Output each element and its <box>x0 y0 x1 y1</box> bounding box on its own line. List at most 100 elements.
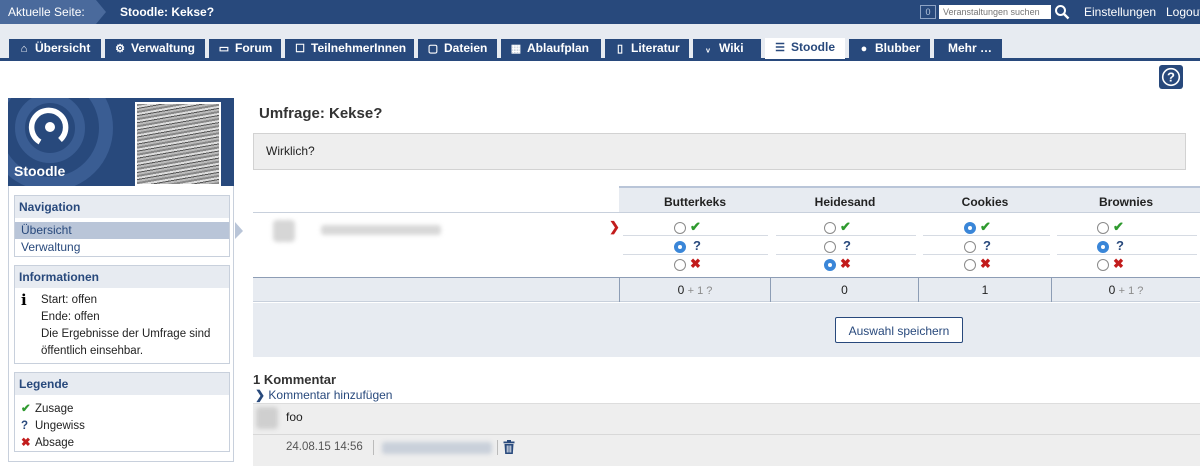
totals-row: 0 + 1 ? 0 1 0 + 1 ? <box>253 277 1200 302</box>
results-visibility-text: Die Ergebnisse der Umfrage sind öffentli… <box>41 328 211 357</box>
divider <box>373 440 374 455</box>
brownies-yes-radio[interactable] <box>1097 222 1109 234</box>
settings-link[interactable]: Einstellungen <box>1084 0 1156 24</box>
participant-name <box>321 225 441 235</box>
tab-ablaufplan[interactable]: ▦ Ablaufplan <box>501 39 601 58</box>
butterkeks-no-radio[interactable] <box>674 259 686 271</box>
checkmark-icon: ✔ <box>840 219 851 234</box>
heidesand-yes-radio[interactable] <box>824 222 836 234</box>
cross-icon: ✖ <box>690 256 701 271</box>
choice-divider <box>776 254 916 255</box>
information-box: Informationen i Start: offen Ende: offen… <box>14 265 230 364</box>
information-heading: Informationen <box>15 266 229 288</box>
legend-maybe: ? Ungewiss <box>15 418 229 435</box>
blubber-icon: ● <box>860 43 868 55</box>
home-icon: ⌂ <box>20 43 28 55</box>
brownies-maybe-radio[interactable] <box>1097 241 1109 253</box>
persons-icon: ☐ <box>295 43 305 55</box>
comment-avatar <box>256 407 278 429</box>
start-text: Start: offen <box>41 294 98 306</box>
help-button[interactable]: ? <box>1159 65 1183 89</box>
comment-item: foo 24.08.15 14:56 <box>253 403 1200 466</box>
calendar-icon: ▦ <box>510 43 522 55</box>
svg-text:?: ? <box>1167 70 1175 85</box>
sidebar-item-uebersicht[interactable]: Übersicht <box>15 222 243 239</box>
legend-heading: Legende <box>15 373 229 395</box>
tab-uebersicht[interactable]: ⌂ Übersicht <box>9 39 101 58</box>
butterkeks-yes-radio[interactable] <box>674 222 686 234</box>
tab-literatur[interactable]: ▯ Literatur <box>605 39 689 58</box>
breadcrumb-label: Aktuelle Seite: <box>0 0 96 24</box>
choice-divider <box>923 254 1050 255</box>
forum-icon: ▭ <box>218 43 230 55</box>
question-icon: ? <box>843 238 851 253</box>
comment-date: 24.08.15 14:56 <box>286 441 363 453</box>
notification-counter[interactable]: 0 <box>920 5 936 19</box>
comment-author <box>382 442 492 454</box>
tab-wiki[interactable]: ᵥ Wiki <box>693 39 761 58</box>
checkmark-icon: ✔ <box>690 219 701 234</box>
logout-link[interactable]: Logout <box>1166 0 1200 24</box>
tab-teilnehmer[interactable]: ☐ TeilnehmerInnen <box>285 39 414 58</box>
question-icon: ? <box>693 238 701 253</box>
course-search-input[interactable] <box>939 5 1051 19</box>
choice-divider <box>1057 254 1197 255</box>
comment-divider <box>253 434 1200 435</box>
poll-description: Wirklich? <box>253 133 1186 170</box>
wiki-icon: ᵥ <box>705 43 710 55</box>
end-text: Ende: offen <box>41 311 100 323</box>
row-divider <box>253 212 1200 213</box>
cross-icon: ✖ <box>980 256 991 271</box>
heidesand-no-radio[interactable] <box>824 259 836 271</box>
breadcrumb-current-page: Stoodle: Kekse? <box>120 5 215 19</box>
save-selection-button[interactable]: Auswahl speichern <box>835 317 963 343</box>
participant-avatar <box>273 220 295 242</box>
heidesand-maybe-radio[interactable] <box>824 241 836 253</box>
cookies-maybe-radio[interactable] <box>964 241 976 253</box>
tab-verwaltung[interactable]: ⚙ Verwaltung <box>105 39 205 58</box>
tab-forum[interactable]: ▭ Forum <box>209 39 281 58</box>
option-name: Butterkeks <box>663 195 727 209</box>
comment-text: foo <box>286 410 303 424</box>
choice-divider <box>623 254 768 255</box>
course-tabs: ⌂ Übersicht ⚙ Verwaltung ▭ Forum ☐ Teilnehme… <box>0 24 1200 61</box>
navigation-box: Navigation Übersicht Verwaltung <box>14 195 243 257</box>
divider <box>497 440 498 455</box>
tab-dateien[interactable]: ▢ Dateien <box>418 39 497 58</box>
cross-icon: ✖ <box>840 256 851 271</box>
choice-divider <box>776 235 916 236</box>
checkmark-icon: ✔ <box>21 403 31 415</box>
question-icon: ? <box>1116 238 1124 253</box>
gears-icon: ⚙ <box>115 43 125 55</box>
tab-blubber[interactable]: ● Blubber <box>849 39 930 58</box>
poll-content: Umfrage: Kekse? Wirklich? Butterkeks Hei… <box>253 98 1200 466</box>
legend-no: ✖ Absage <box>15 435 229 452</box>
help-icon: ? <box>1161 67 1181 87</box>
total-brownies: 0 + 1 ? <box>1051 278 1200 302</box>
comments-heading: 1 Kommentar <box>253 372 337 387</box>
legend-box: Legende ✔ Zusage ? Ungewiss ✖ Absage <box>14 372 230 452</box>
legend-yes: ✔ Zusage <box>15 401 229 418</box>
sidebar-header: Stoodle <box>8 98 234 186</box>
cross-icon: ✖ <box>21 437 31 449</box>
butterkeks-maybe-radio[interactable] <box>674 241 686 253</box>
trash-icon[interactable] <box>503 440 515 454</box>
course-avatar <box>135 102 221 186</box>
choice-divider <box>1057 235 1197 236</box>
tab-more[interactable]: Mehr … <box>934 39 1002 58</box>
search-icon[interactable] <box>1054 4 1070 20</box>
total-butterkeks: 0 + 1 ? <box>619 278 770 302</box>
files-icon: ▢ <box>427 43 439 55</box>
top-bar: Aktuelle Seite: Stoodle: Kekse? 0 Einste… <box>0 0 1200 24</box>
option-name: Brownies <box>1098 195 1153 209</box>
brownies-no-radio[interactable] <box>1097 259 1109 271</box>
cookies-no-radio[interactable] <box>964 259 976 271</box>
add-comment-link[interactable]: ❯ Kommentar hinzufügen <box>255 388 392 402</box>
option-name: Heidesand <box>814 195 876 209</box>
navigation-heading: Navigation <box>15 196 229 218</box>
cookies-yes-radio[interactable] <box>964 222 976 234</box>
sidebar-item-verwaltung[interactable]: Verwaltung <box>15 239 229 256</box>
question-icon: ? <box>21 420 29 432</box>
tab-stoodle[interactable]: ☰ Stoodle <box>765 38 845 59</box>
choice-divider <box>623 235 768 236</box>
